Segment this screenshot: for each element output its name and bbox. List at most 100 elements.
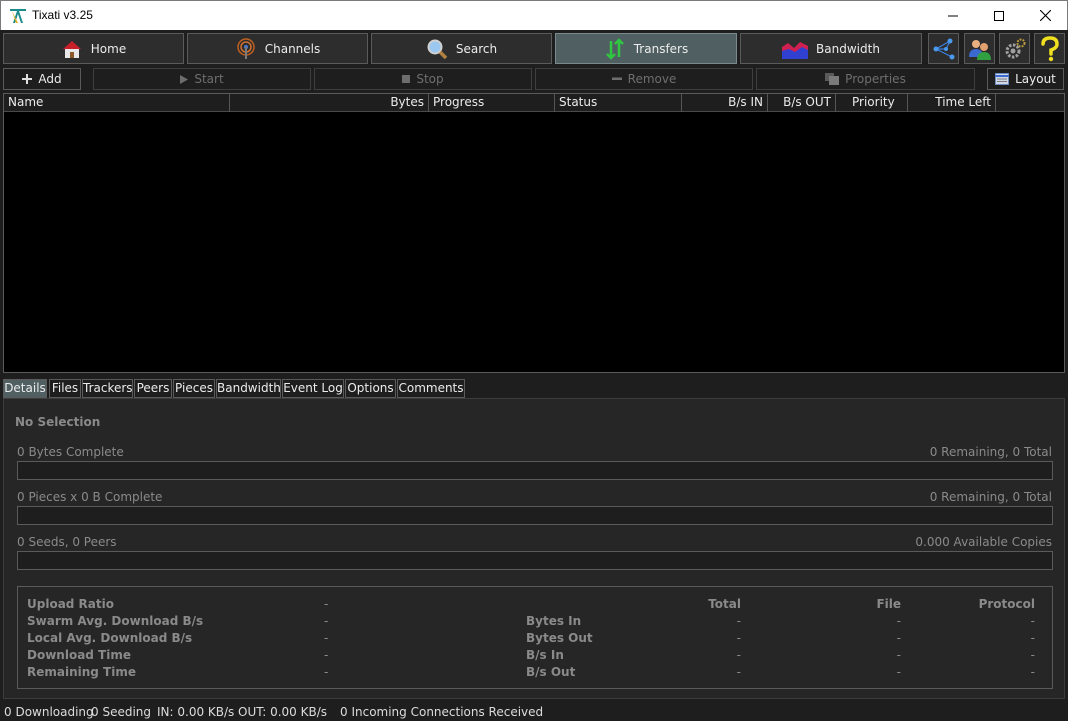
nav-transfers-label: Transfers [633,41,689,56]
stat-value: - [324,597,329,611]
channels-antenna-icon [236,37,255,59]
layout-button[interactable]: Layout [987,68,1064,90]
stat-label: Bytes In [526,614,582,628]
properties-icon [825,73,840,85]
tab-peers[interactable]: Peers [134,379,172,398]
stat-file-value: - [896,648,901,662]
start-button[interactable]: Start [93,68,311,90]
help-button[interactable] [1034,33,1065,64]
stop-icon [402,75,411,83]
properties-button[interactable]: Properties [756,68,975,90]
add-button[interactable]: Add [3,68,81,90]
bytes-progress-bar [17,461,1053,480]
details-pane: No Selection 0 Bytes Complete 0 Remainin… [3,398,1065,699]
nav-search-label: Search [455,41,498,56]
close-icon [1039,10,1051,21]
minimize-button[interactable] [930,1,976,30]
minimize-icon [948,15,958,16]
remove-button[interactable]: Remove [535,68,753,90]
stat-total-value: - [736,631,741,645]
stat-label: Remaining Time [27,665,137,679]
network-nodes-icon [933,38,954,59]
maximize-icon [994,10,1004,21]
tixati-logo-icon [10,9,26,23]
nav-transfers-button[interactable]: Transfers [555,33,737,64]
column-header-bytes[interactable]: Bytes [230,94,429,112]
search-icon [427,39,448,59]
main-toolbar: Home Channels Search Transfers Bandwidth [0,30,1068,66]
stat-protocol-value: - [1030,631,1035,645]
status-out-rate: OUT: 0.00 KB/s [238,705,328,719]
stat-value: - [324,631,329,645]
pieces-progress-bar [17,506,1053,525]
remove-label: Remove [627,72,677,86]
stat-total-value: - [736,614,741,628]
column-header-priority[interactable]: Priority [836,94,908,112]
bandwidth-graph-icon [782,41,809,59]
column-header-progress[interactable]: Progress [429,94,555,112]
users-button[interactable] [964,33,995,64]
column-header-time-left[interactable]: Time Left [908,94,996,112]
tab-options[interactable]: Options [345,379,396,398]
stat-file-value: - [896,614,901,628]
minus-icon [611,77,622,80]
transfers-arrows-icon [605,37,624,60]
tab-trackers[interactable]: Trackers [82,379,133,398]
stat-protocol-value: - [1030,648,1035,662]
window-title: Tixati v3.25 [32,8,93,22]
maximize-button[interactable] [976,1,1022,30]
gear-icon [1005,38,1025,58]
transfers-table[interactable]: Name Bytes Progress Status B/s IN B/s OU… [3,93,1065,373]
stat-file-value: - [896,665,901,679]
close-button[interactable] [1022,1,1068,30]
tab-details[interactable]: Details [3,379,47,398]
stat-total-value: - [736,665,741,679]
stat-label: Swarm Avg. Download B/s [27,614,204,628]
start-label: Start [194,72,224,86]
pieces-remaining-label: 0 Remaining, 0 Total [929,490,1052,504]
seeds-peers-label: 0 Seeds, 0 Peers [17,535,117,549]
column-header-name[interactable]: Name [4,94,230,112]
status-incoming-connections: 0 Incoming Connections Received [340,705,544,719]
column-header-bs-in[interactable]: B/s IN [682,94,768,112]
stat-label: B/s In [526,648,564,662]
tab-pieces[interactable]: Pieces [173,379,215,398]
bytes-remaining-label: 0 Remaining, 0 Total [929,445,1052,459]
stat-protocol-value: - [1030,614,1035,628]
action-toolbar: Add Start Stop Remove Properties Layout [0,67,1068,91]
bytes-complete-label: 0 Bytes Complete [17,445,124,459]
stat-label: Upload Ratio [27,597,114,611]
help-question-icon [1040,35,1059,61]
status-in-rate: IN: 0.00 KB/s [157,705,235,719]
tab-comments[interactable]: Comments [397,379,465,398]
nav-search-button[interactable]: Search [371,33,552,64]
nav-bandwidth-label: Bandwidth [816,41,880,56]
nav-channels-label: Channels [264,41,321,56]
column-header-bs-out[interactable]: B/s OUT [768,94,836,112]
tab-files[interactable]: Files [49,379,81,398]
stat-total-value: - [736,648,741,662]
stats-box: Upload Ratio Swarm Avg. Download B/s Loc… [17,586,1053,689]
nav-home-label: Home [90,41,127,56]
nav-bandwidth-button[interactable]: Bandwidth [740,33,922,64]
availability-bar [17,551,1053,570]
tab-event-log[interactable]: Event Log [282,379,344,398]
nav-channels-button[interactable]: Channels [187,33,368,64]
dht-network-button[interactable] [928,33,959,64]
nav-home-button[interactable]: Home [3,33,184,64]
stat-label: Local Avg. Download B/s [27,631,193,645]
settings-button[interactable] [999,33,1030,64]
selection-label: No Selection [15,415,101,429]
stat-value: - [324,648,329,662]
plus-icon [22,74,33,84]
column-header-status[interactable]: Status [555,94,682,112]
stat-label: Download Time [27,648,131,662]
layout-label: Layout [1015,72,1056,86]
stat-file-value: - [896,631,901,645]
tab-bandwidth[interactable]: Bandwidth [216,379,281,398]
title-bar: Tixati v3.25 [0,0,1068,30]
stats-header-total: Total [708,597,741,611]
stop-button[interactable]: Stop [314,68,532,90]
add-label: Add [38,72,62,86]
stat-protocol-value: - [1030,665,1035,679]
